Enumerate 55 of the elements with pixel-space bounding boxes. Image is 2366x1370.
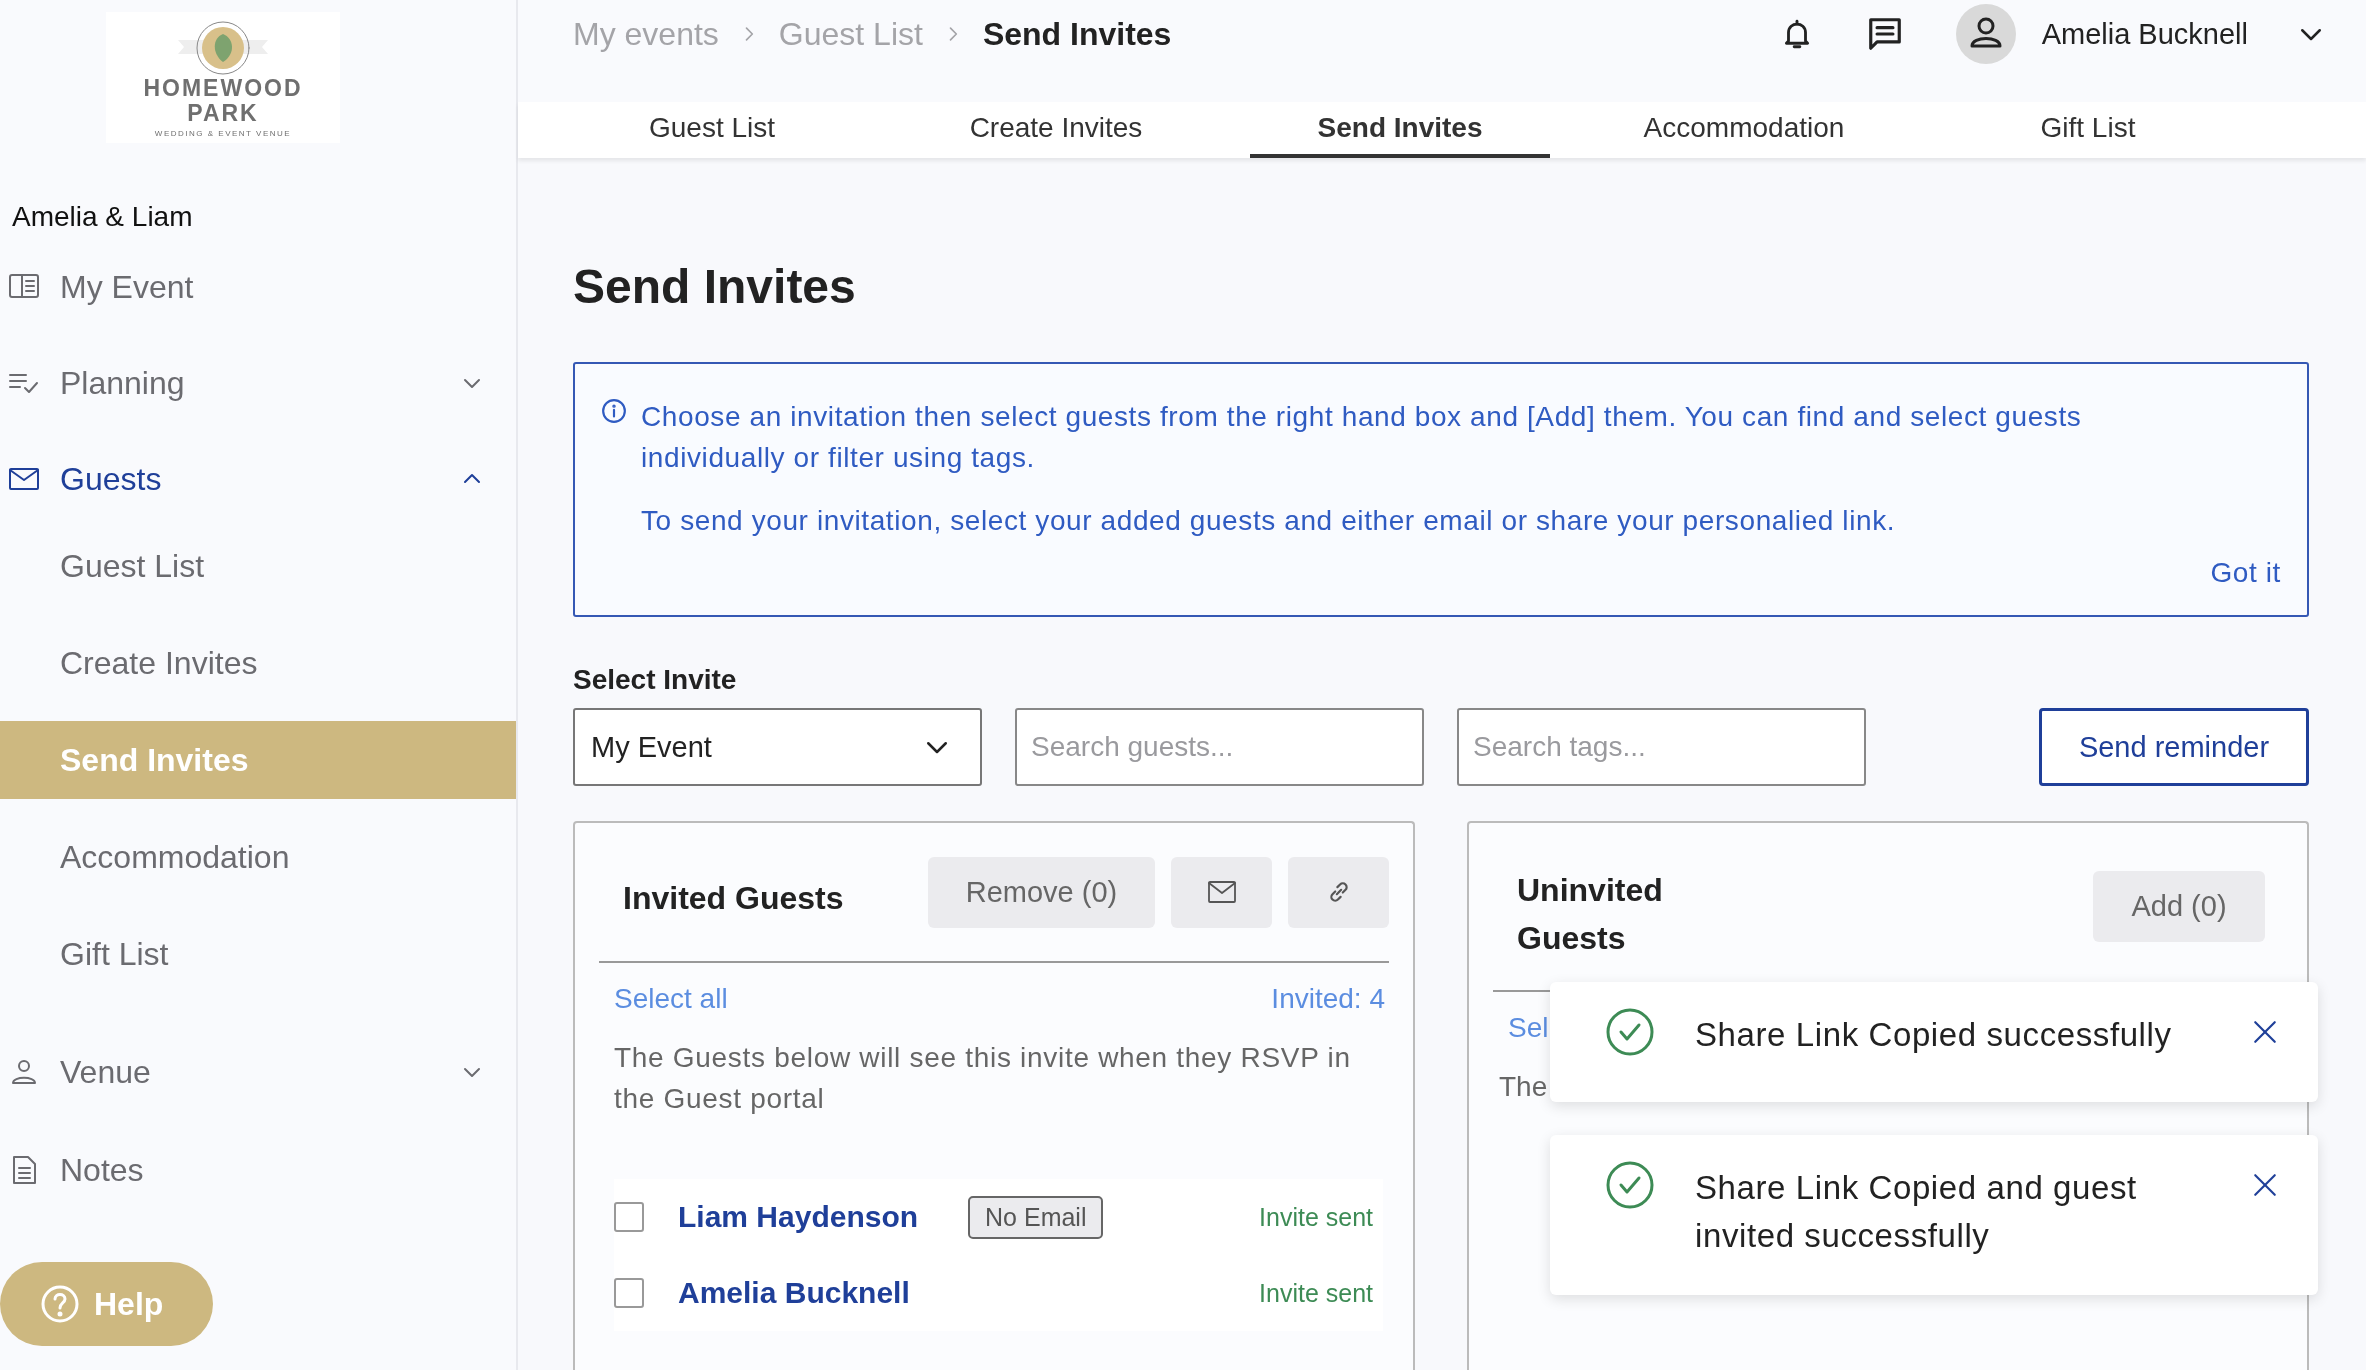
nav-item[interactable]: Venue: [0, 1024, 516, 1120]
breadcrumb-link[interactable]: Send Invites: [982, 15, 1172, 53]
select-all-link[interactable]: Sel: [1508, 1012, 1549, 1044]
avatar-icon[interactable]: [1955, 4, 2016, 64]
toast-message: Share Link Copied and guest invited successfully: [1695, 1168, 2138, 1256]
nav-subitem[interactable]: Gift List: [0, 915, 516, 993]
invite-status: Invite sent: [1259, 1202, 1373, 1232]
got-it-link[interactable]: Got it: [2210, 557, 2281, 589]
guest-name[interactable]: Liam Haydenson: [678, 1200, 919, 1234]
email-button[interactable]: [1171, 856, 1272, 928]
logo-tagline: WEDDING & EVENT VENUE: [154, 129, 292, 138]
nav-item[interactable]: Planning: [0, 335, 516, 431]
check-circle-icon: [1605, 1007, 1655, 1057]
add-button[interactable]: Add (0): [2093, 871, 2265, 942]
info-text: To send your invitation, select your added guests and either email or share your personalied link.: [641, 504, 1897, 538]
tab[interactable]: Guest List: [562, 102, 862, 158]
send-reminder-button[interactable]: Send reminder: [2039, 708, 2309, 786]
guest-tag: No Email: [968, 1195, 1104, 1239]
close-icon[interactable]: [2252, 1019, 2278, 1045]
checkbox[interactable]: [614, 1202, 644, 1232]
mail-icon: [1207, 881, 1236, 903]
info-text: Choose an invitation then select guests from the right hand box and [Add] them. You can find and select guests individually or filter using tags.: [641, 400, 2083, 475]
panel-title: Invited Guests: [623, 879, 844, 918]
tab[interactable]: Gift List: [1938, 102, 2238, 158]
info-icon: [601, 398, 627, 424]
check-circle-icon: [1605, 1160, 1655, 1210]
close-icon[interactable]: [2252, 1172, 2278, 1198]
logo-text: HOMEWOOD PARK: [142, 76, 304, 126]
field-label: Select Invite: [573, 663, 738, 697]
search-field[interactable]: Search guests...: [1015, 708, 1424, 786]
remove-button[interactable]: Remove (0): [928, 856, 1155, 928]
toast-message: Share Link Copied successfully: [1695, 1015, 2173, 1055]
event-name: Amelia & Liam: [12, 201, 194, 233]
invited-count: Invited: 4: [1271, 983, 1385, 1015]
user-name[interactable]: Amelia Bucknell: [2041, 17, 2248, 51]
guest-name[interactable]: Amelia Bucknell: [678, 1276, 910, 1310]
panel-description: The Guests below will see this invite when they RSVP in the Guest portal: [614, 1041, 1352, 1116]
panel-description: The: [1499, 1070, 1549, 1104]
search-field[interactable]: Search tags...: [1457, 708, 1866, 786]
checkbox[interactable]: [614, 1278, 644, 1308]
tab[interactable]: Send Invites: [1250, 102, 1550, 158]
invite-dropdown[interactable]: My Event: [573, 708, 982, 786]
nav-subitem[interactable]: Accommodation: [0, 818, 516, 896]
panel-title: Uninvited Guests: [1517, 870, 1664, 958]
question-icon: [40, 1284, 80, 1324]
select-all-link[interactable]: Select all: [614, 983, 728, 1015]
tab[interactable]: Create Invites: [906, 102, 1206, 158]
nav-item[interactable]: Notes: [0, 1120, 516, 1220]
nav-item[interactable]: Guests: [0, 431, 516, 527]
invite-status: Invite sent: [1259, 1278, 1373, 1308]
nav-subitem[interactable]: Guest List: [0, 527, 516, 605]
nav-subitem[interactable]: Create Invites: [0, 624, 516, 702]
tab[interactable]: Accommodation: [1594, 102, 1894, 158]
nav-item[interactable]: My Event: [0, 239, 516, 335]
page-title: Send Invites: [573, 259, 857, 315]
